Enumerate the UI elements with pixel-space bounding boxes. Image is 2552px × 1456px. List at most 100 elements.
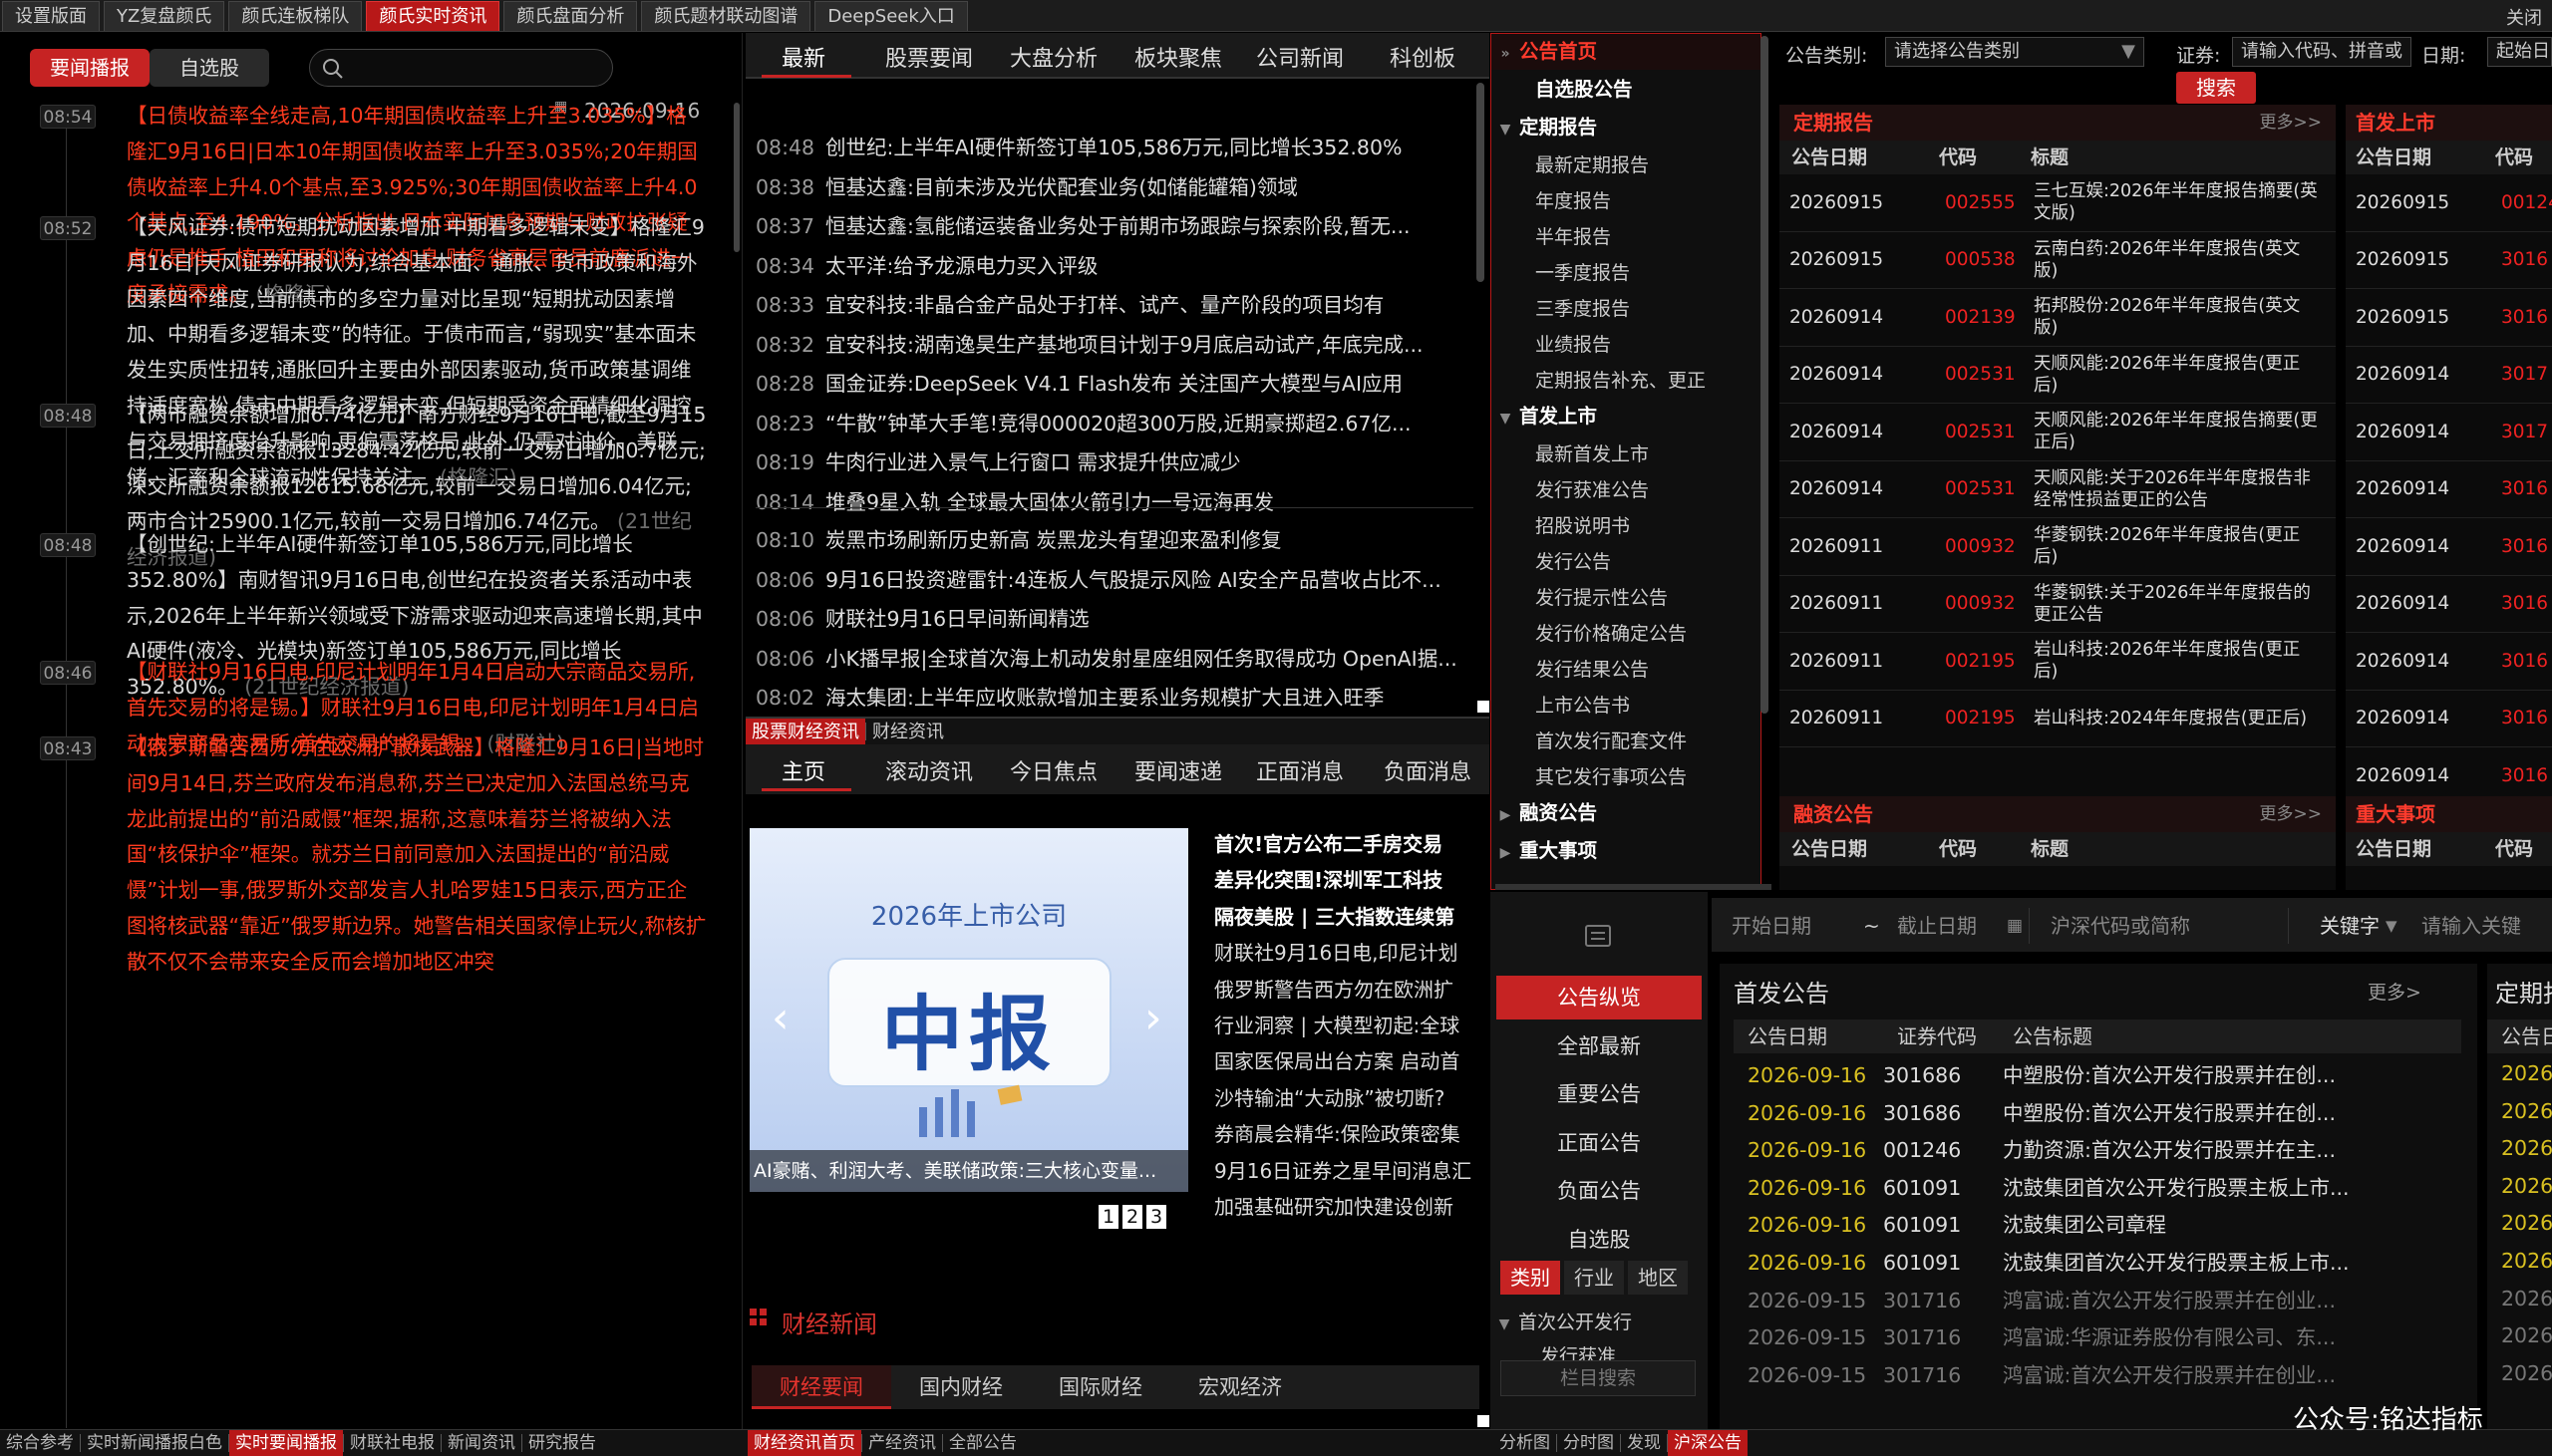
news-list-row[interactable]: 08:37 恒基达鑫:氢能储运装备业务处于前期市场跟踪与探索阶段,暂无...	[756, 207, 1473, 246]
overview-nav-item[interactable]: 公告纵览	[1496, 976, 1702, 1019]
resize-handle[interactable]	[1477, 701, 1489, 713]
home-tab[interactable]: 滚动资讯	[885, 754, 973, 786]
bottom-tab[interactable]: 财经资讯首页	[748, 1430, 861, 1456]
news-tab[interactable]: 股票要闻	[885, 41, 973, 73]
news-list-row[interactable]: 08:23 “牛散”钟革大手笔!竞得000020超300万股,近期豪掷超2.67亿…	[756, 405, 1473, 443]
filter-chip[interactable]: 类别	[1500, 1261, 1560, 1295]
table-row[interactable]: 20260915 002555 三七互娱:2026年半年度报告摘要(英文版)	[1779, 174, 2336, 232]
headline-link[interactable]: 差异化突围!深圳军工科技	[1214, 862, 1483, 898]
tree-item[interactable]: 一季度报告	[1491, 255, 1760, 291]
page-button[interactable]: 1	[1099, 1205, 1118, 1229]
start-date-input[interactable]: 开始日期	[1732, 908, 1811, 944]
top-tab[interactable]: 颜氏连板梯队	[228, 1, 363, 31]
keyword-input[interactable]: 请输入关键	[2421, 908, 2521, 944]
news-list-row[interactable]: 08:10 炭黑市场刷新历史新高 炭黑龙头有望迎来盈利修复	[756, 521, 1473, 560]
headline-link[interactable]: 券商晨会精华:保险政策密集	[1214, 1116, 1483, 1152]
bottom-tab[interactable]: 新闻资讯	[442, 1430, 521, 1456]
section-tab[interactable]: 财经资讯	[866, 719, 950, 746]
table-row[interactable]: 2026-09-15 301716 鸿富诚:首次公开发行股票并在创业...	[1734, 1357, 2461, 1395]
top-tab[interactable]: YZ复盘颜氏	[104, 1, 225, 31]
bottom-tab[interactable]: 实时要闻播报	[229, 1430, 343, 1456]
page-button[interactable]: 2	[1122, 1205, 1142, 1229]
table-row[interactable]: 20260914 3016	[2346, 576, 2552, 633]
headline-link[interactable]: 国家医保局出台方案 启动首	[1214, 1043, 1483, 1079]
table-row[interactable]: 20260915 00124	[2346, 174, 2552, 232]
tree-item[interactable]: ▶ 融资公告	[1491, 795, 1760, 831]
overview-nav-item[interactable]: 负面公告	[1496, 1169, 1702, 1213]
headline-link[interactable]: 行业洞察 | 大模型初起:全球	[1214, 1008, 1483, 1043]
finance-tab[interactable]: 国际财经	[1031, 1365, 1170, 1409]
tree-item[interactable]: 最新定期报告	[1491, 147, 1760, 183]
overview-nav-item[interactable]: 重要公告	[1496, 1072, 1702, 1116]
news-list-row[interactable]: 08:48 创世纪:上半年AI硬件新签订单105,586万元,同比增长352.80…	[756, 129, 1473, 167]
featured-banner[interactable]: 2026年上市公司 中报 ‹ › AI豪赌、利润大考、美联储政策:三大核心变量.…	[750, 828, 1188, 1192]
bottom-tab[interactable]: 全部公告	[943, 1430, 1023, 1456]
tree-item[interactable]: 自选股公告	[1491, 72, 1760, 108]
chevron-left-icon[interactable]: ‹	[772, 993, 790, 1043]
more-link[interactable]: 更多>>	[2260, 796, 2323, 832]
tree-item[interactable]: ▼ 首次公开发行	[1490, 1305, 1696, 1340]
table-row[interactable]: 20260911 002195 岩山科技:2024年年度报告(更正后)	[1779, 691, 2336, 747]
table-row[interactable]: 20260914 3016	[2346, 518, 2552, 576]
headline-link[interactable]: 加强基础研究加快建设创新	[1214, 1189, 1483, 1225]
news-tab[interactable]: 科创板	[1390, 41, 1455, 73]
home-tab[interactable]: 要闻速递	[1134, 754, 1222, 786]
table-row[interactable]: 20260914 3016	[2346, 691, 2552, 747]
table-row[interactable]: 20260915 3016	[2346, 289, 2552, 347]
bottom-tab[interactable]: 分时图	[1557, 1430, 1620, 1456]
tree-item[interactable]: 发行获准公告	[1491, 472, 1760, 508]
table-row[interactable]: 20260911 002195 岩山科技:2026年半年度报告(更正后)	[1779, 633, 2336, 691]
tree-item[interactable]: 半年报告	[1491, 219, 1760, 255]
table-row[interactable]: 20260915 000538 云南白药:2026年半年度报告(英文版)	[1779, 232, 2336, 289]
bottom-tab[interactable]: 发现	[1621, 1430, 1667, 1456]
top-tab[interactable]: DeepSeek入口	[814, 1, 968, 31]
tree-search-input[interactable]: 栏目搜索	[1500, 1360, 1696, 1396]
tree-item[interactable]: ▼ 定期报告	[1491, 110, 1760, 146]
bottom-tab[interactable]: 产经资讯	[862, 1430, 942, 1456]
finance-tab[interactable]: 财经要闻	[752, 1365, 891, 1409]
close-button[interactable]: 关闭	[2506, 4, 2542, 30]
tree-item[interactable]: 发行公告	[1491, 544, 1760, 580]
scrollbar[interactable]	[1760, 36, 1768, 714]
table-row[interactable]: 20260914 3016	[2346, 633, 2552, 691]
tree-item[interactable]: 招股说明书	[1491, 508, 1760, 544]
table-row[interactable]: 2026-09-15 301716 鸿富诚:首次公开发行股票并在创业...	[1734, 1283, 2461, 1320]
overview-nav-item[interactable]: 全部最新	[1496, 1024, 1702, 1068]
scrollbar[interactable]	[734, 103, 740, 252]
table-row[interactable]: 2026-09-16 601091 沈鼓集团首次公开发行股票主板上市...	[1734, 1170, 2461, 1208]
code-input[interactable]: 沪深代码或简称	[2051, 908, 2190, 944]
tree-item[interactable]: 年度报告	[1491, 183, 1760, 219]
end-date-input[interactable]: 截止日期	[1897, 908, 1977, 944]
home-tab[interactable]: 负面消息	[1384, 754, 1471, 786]
headline-link[interactable]: 9月16日证券之星早间消息汇	[1214, 1153, 1483, 1189]
section-tab[interactable]: 股票财经资讯	[746, 719, 865, 746]
news-list-row[interactable]: 08:06 小K播早报|全球首次海上机动发射星座组网任务取得成功 OpenAI据.…	[756, 640, 1473, 679]
news-list-row[interactable]: 08:06 9月16日投资避雷针:4连板人气股提示风险 AI安全产品营收占比不..…	[756, 561, 1473, 600]
top-tab[interactable]: 颜氏盘面分析	[503, 1, 638, 31]
news-list-row[interactable]: 08:38 恒基达鑫:目前未涉及光伏配套业务(如储能罐箱)领域	[756, 168, 1473, 207]
tree-item[interactable]: 发行价格确定公告	[1491, 616, 1760, 652]
tree-item[interactable]: 其它发行事项公告	[1491, 759, 1760, 795]
table-row[interactable]: 20260914 002531 天顺风能:2026年半年度报告摘要(更正后)	[1779, 404, 2336, 461]
home-tab[interactable]: 今日焦点	[1010, 754, 1098, 786]
finance-tab[interactable]: 国内财经	[891, 1365, 1031, 1409]
news-tab[interactable]: 板块聚焦	[1134, 41, 1222, 73]
headline-link[interactable]: 沙特输油“大动脉”被切断?	[1214, 1080, 1483, 1116]
keyword-select[interactable]: 关键字	[2320, 908, 2380, 944]
tab-watchlist[interactable]: 自选股	[150, 49, 269, 87]
bottom-tab[interactable]: 综合参考	[0, 1430, 80, 1456]
date-start-input[interactable]: 起始日	[2487, 37, 2552, 67]
table-row[interactable]: 2026-09-16 301686 中塑股份:首次公开发行股票并在创...	[1734, 1057, 2461, 1095]
table-row[interactable]: 2026-09-16 601091 沈鼓集团公司章程	[1734, 1207, 2461, 1245]
news-list-row[interactable]: 08:06 财联社9月16日早间新闻精选	[756, 600, 1473, 639]
table-row[interactable]: 20260914 002531 天顺风能:关于2026年半年度报告非经常性损益更正的…	[1779, 461, 2336, 518]
table-row[interactable]: 2026-09-16 001246 力勤资源:首次公开发行股票并在主...	[1734, 1132, 2461, 1170]
tree-item[interactable]: ▶ 重大事项	[1491, 833, 1760, 869]
chevron-right-icon[interactable]: ›	[1144, 993, 1162, 1043]
news-search-input[interactable]	[309, 49, 613, 87]
news-tab[interactable]: 最新	[782, 41, 825, 73]
bottom-tab[interactable]: 分析图	[1493, 1430, 1556, 1456]
calendar-icon[interactable]: ▦	[2007, 916, 2023, 936]
table-row[interactable]: 20260914 002139 拓邦股份:2026年半年度报告(英文版)	[1779, 289, 2336, 347]
top-tab[interactable]: 设置版面	[2, 1, 100, 31]
